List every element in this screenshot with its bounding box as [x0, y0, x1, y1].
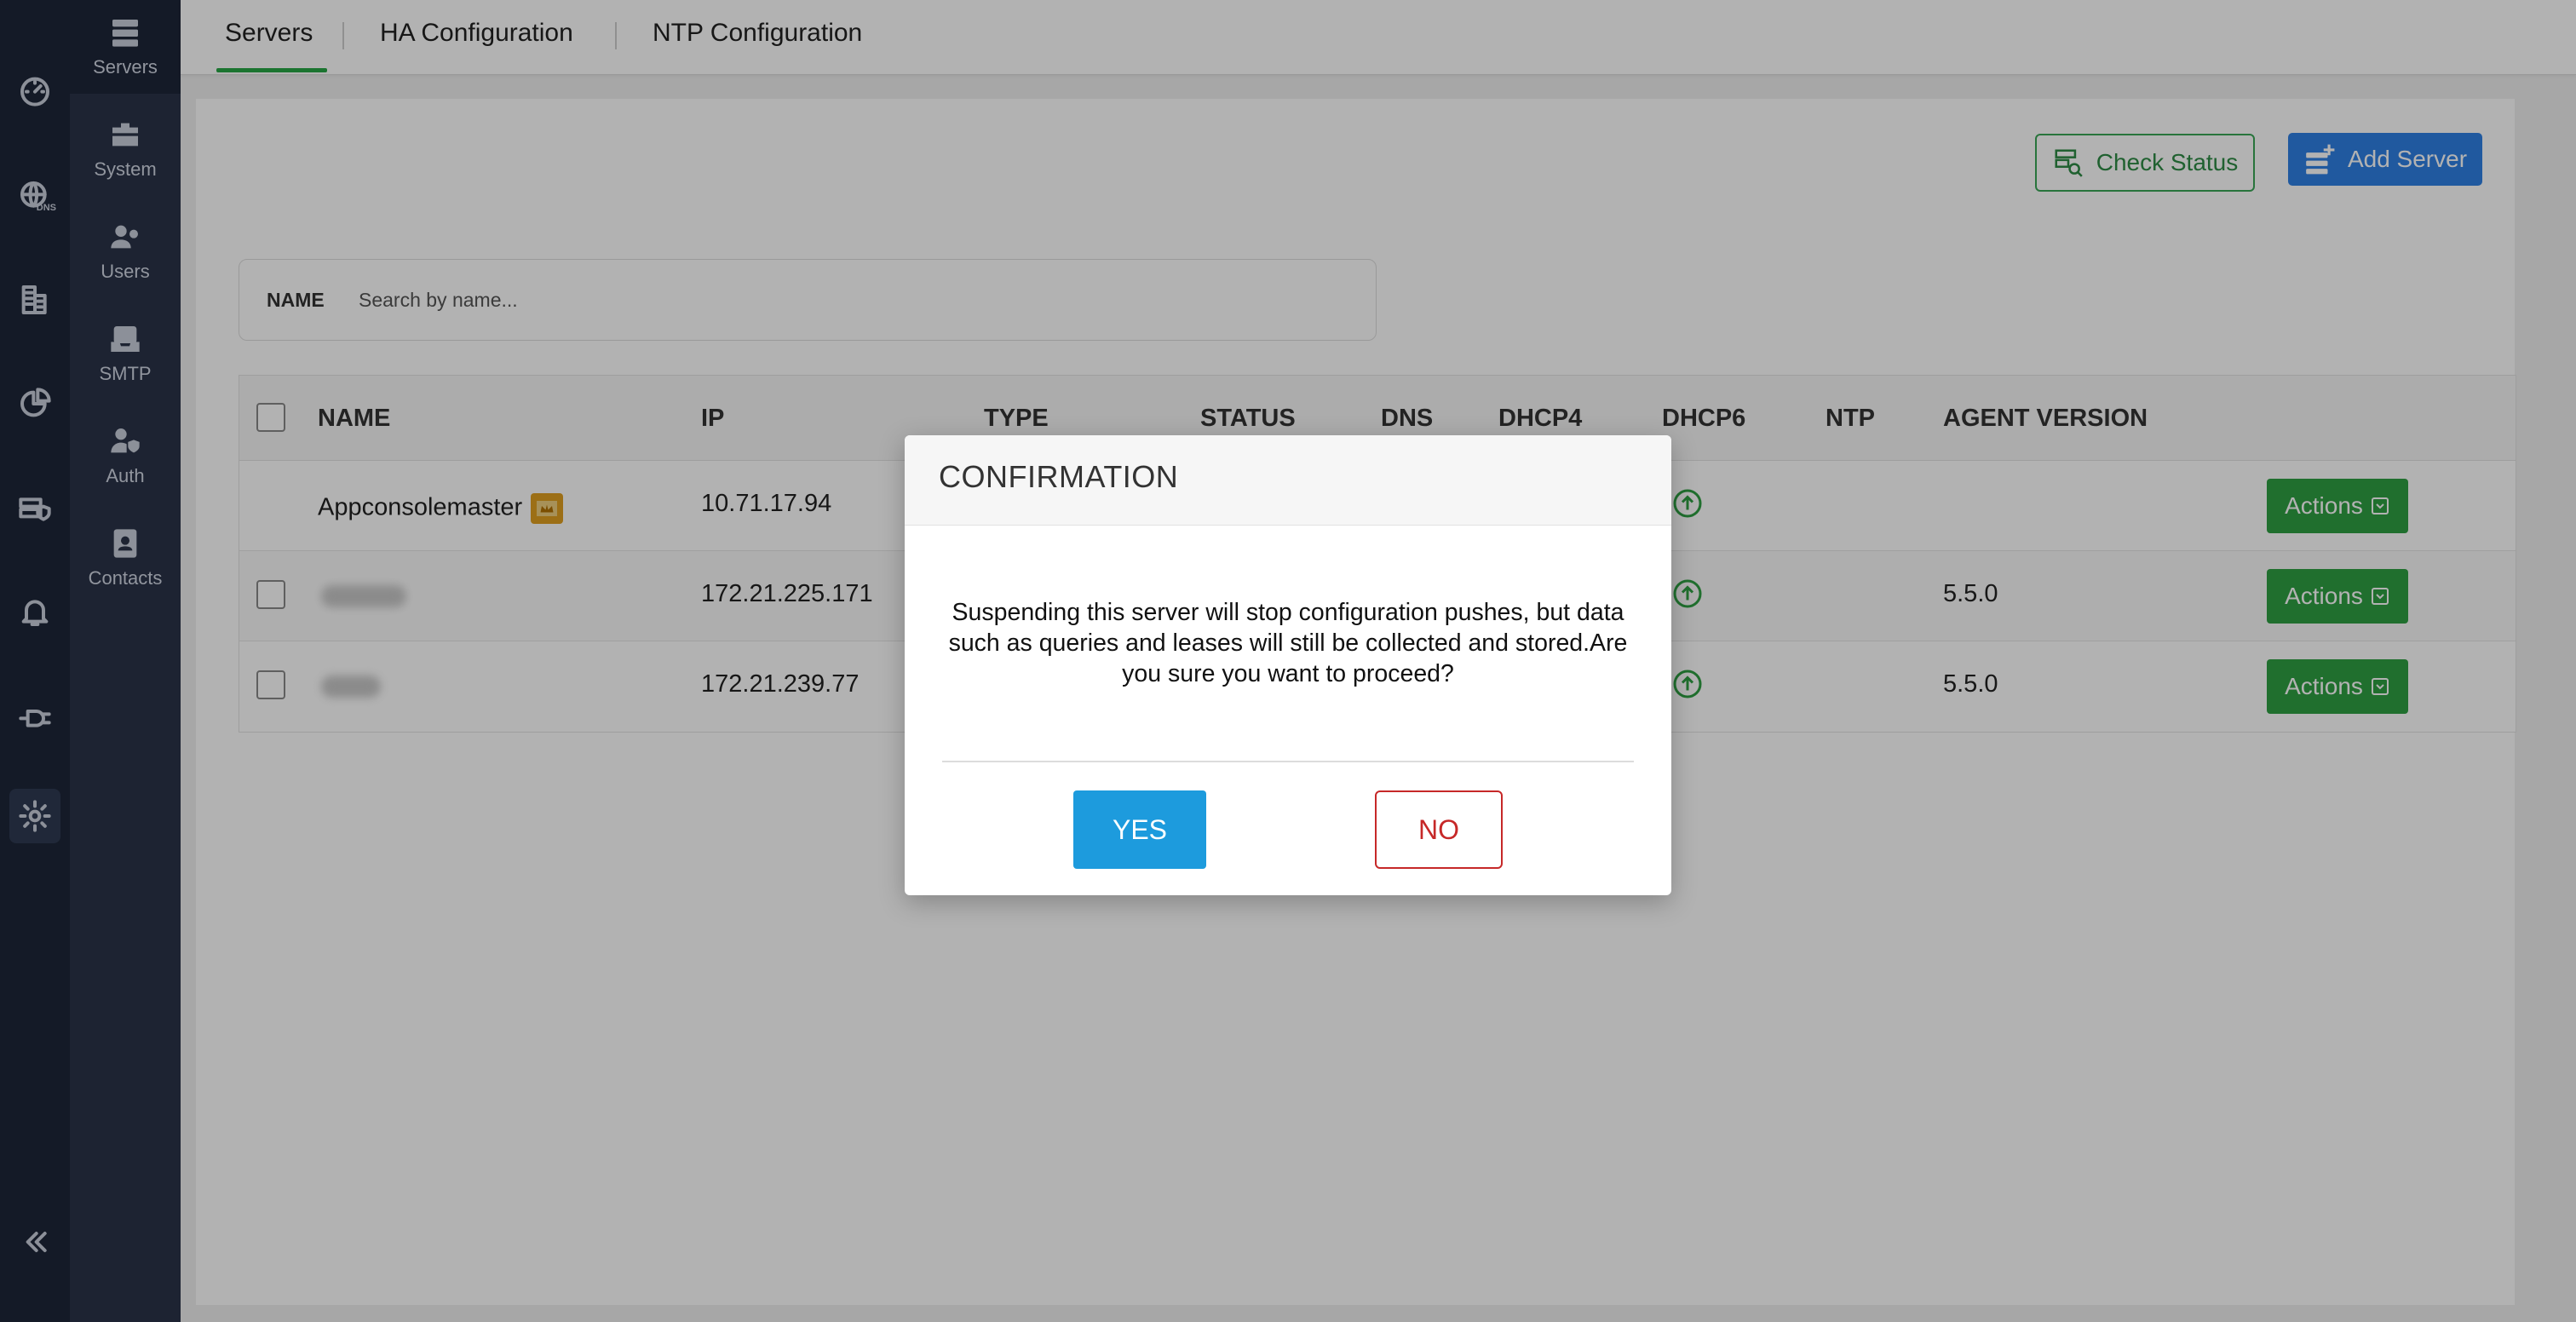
confirmation-dialog: CONFIRMATION Suspending this server will…	[905, 435, 1671, 895]
dialog-header: CONFIRMATION	[905, 435, 1671, 526]
yes-button[interactable]: YES	[1073, 790, 1206, 869]
dialog-divider	[942, 761, 1634, 762]
dialog-message: Suspending this server will stop configu…	[948, 599, 1628, 687]
no-button[interactable]: NO	[1375, 790, 1503, 869]
dialog-title: CONFIRMATION	[939, 459, 1179, 494]
